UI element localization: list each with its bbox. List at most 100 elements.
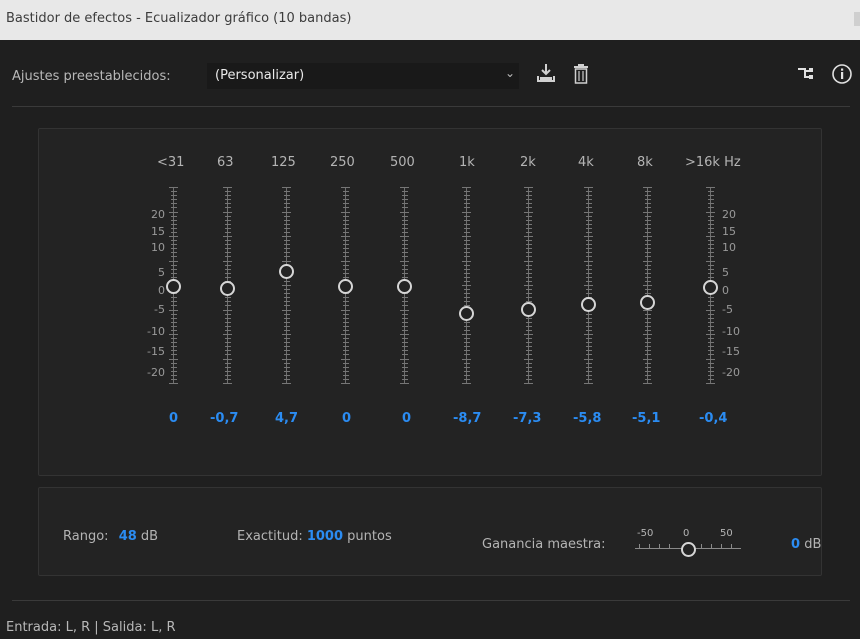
slider-tick: [644, 289, 651, 291]
slider-tick: [585, 215, 592, 217]
slider-tick: [342, 195, 349, 197]
slider-tick: [706, 358, 715, 360]
slider-tick: [644, 276, 651, 278]
master-gain-slider[interactable]: -50 0 50: [635, 528, 741, 557]
band-value[interactable]: -8,7: [453, 411, 481, 426]
accuracy-value[interactable]: 1000: [307, 529, 343, 544]
slider-tick: [169, 358, 178, 360]
slider-tick: [463, 264, 470, 266]
slider-tick: [283, 244, 290, 246]
slider-tick: [644, 366, 651, 368]
slider-tick: [462, 285, 471, 286]
slider-tick: [170, 276, 177, 278]
band-value[interactable]: 4,7: [275, 411, 298, 426]
slider-tick: [283, 289, 290, 291]
slider-tick: [224, 215, 231, 217]
slider-tick: [224, 346, 231, 348]
divider: [12, 106, 850, 107]
band-value[interactable]: 0: [342, 411, 351, 426]
info-icon[interactable]: [831, 63, 853, 89]
slider-tick: [342, 338, 349, 340]
routing-icon[interactable]: [797, 65, 815, 87]
gain-knob[interactable]: [681, 542, 696, 557]
slider-tick: [525, 297, 532, 299]
slider-tick: [342, 313, 349, 315]
slider-tick: [342, 199, 349, 201]
slider-tick: [525, 248, 532, 250]
slider-tick: [224, 370, 231, 372]
slider-tick: [707, 370, 714, 372]
band-knob[interactable]: [220, 281, 235, 297]
preset-dropdown[interactable]: (Personalizar) ⌄: [207, 63, 519, 89]
band-value[interactable]: -5,1: [632, 411, 660, 426]
slider-tick: [282, 334, 291, 335]
band-knob[interactable]: [459, 305, 474, 321]
slider-tick: [524, 236, 533, 237]
window-control[interactable]: [854, 12, 860, 26]
slider-tick: [525, 354, 532, 356]
band-knob[interactable]: [521, 301, 536, 317]
band-knob[interactable]: [166, 279, 181, 294]
slider-tick: [706, 211, 715, 213]
slider-tick: [282, 236, 291, 237]
chevron-down-icon[interactable]: ⌄: [505, 66, 515, 80]
band-value[interactable]: -0,7: [210, 411, 238, 426]
band-knob[interactable]: [640, 294, 655, 310]
slider-tick: [342, 321, 349, 323]
download-icon[interactable]: [535, 62, 557, 88]
slider-tick: [169, 383, 178, 384]
slider-tick: [525, 195, 532, 197]
scale-label-right: 5: [722, 266, 729, 279]
slider-tick: [170, 231, 177, 233]
slider-tick: [401, 301, 408, 303]
slider-tick: [463, 342, 470, 344]
slider-tick: [706, 187, 715, 188]
band-value[interactable]: -7,3: [513, 411, 541, 426]
slider-tick: [283, 321, 290, 323]
slider-tick: [707, 276, 714, 278]
slider-tick: [585, 248, 592, 250]
band-knob[interactable]: [703, 280, 718, 296]
slider-tick: [707, 227, 714, 229]
slider-tick: [463, 223, 470, 225]
slider-tick: [525, 362, 532, 364]
slider-tick: [707, 342, 714, 344]
slider-tick: [342, 219, 349, 221]
band-value[interactable]: 0: [402, 411, 411, 426]
slider-tick: [525, 215, 532, 217]
band-knob[interactable]: [279, 264, 294, 280]
slider-tick: [585, 289, 592, 291]
slider-tick: [401, 374, 408, 376]
range-value[interactable]: 48: [119, 529, 137, 544]
band-value[interactable]: -0,4: [699, 411, 727, 426]
slider-tick: [462, 358, 471, 360]
band-value[interactable]: -5,8: [573, 411, 601, 426]
slider-tick: [525, 276, 532, 278]
band-label: 2k: [520, 155, 536, 170]
slider-tick: [170, 342, 177, 344]
slider-tick: [707, 223, 714, 225]
band-knob[interactable]: [581, 296, 596, 312]
slider-tick: [283, 199, 290, 201]
band-knob[interactable]: [338, 279, 353, 294]
gain-tick: [731, 544, 732, 548]
slider-tick: [585, 191, 592, 193]
band-value[interactable]: 0: [169, 411, 178, 426]
slider-tick: [342, 207, 349, 209]
slider-tick: [585, 354, 592, 356]
slider-tick: [400, 187, 409, 188]
slider-tick: [283, 346, 290, 348]
slider-tick: [401, 354, 408, 356]
slider-tick: [401, 378, 408, 380]
slider-tick: [585, 231, 592, 233]
slider-tick: [341, 187, 350, 188]
title-bar: Bastidor de efectos - Ecualizador gráfic…: [0, 0, 860, 40]
slider-tick: [644, 199, 651, 201]
slider-tick: [585, 276, 592, 278]
band-knob[interactable]: [397, 279, 412, 294]
slider-tick: [282, 358, 291, 360]
slider-tick: [170, 207, 177, 209]
master-gain-value[interactable]: 0: [791, 537, 800, 552]
trash-icon[interactable]: [572, 63, 590, 89]
slider-tick: [342, 325, 349, 327]
